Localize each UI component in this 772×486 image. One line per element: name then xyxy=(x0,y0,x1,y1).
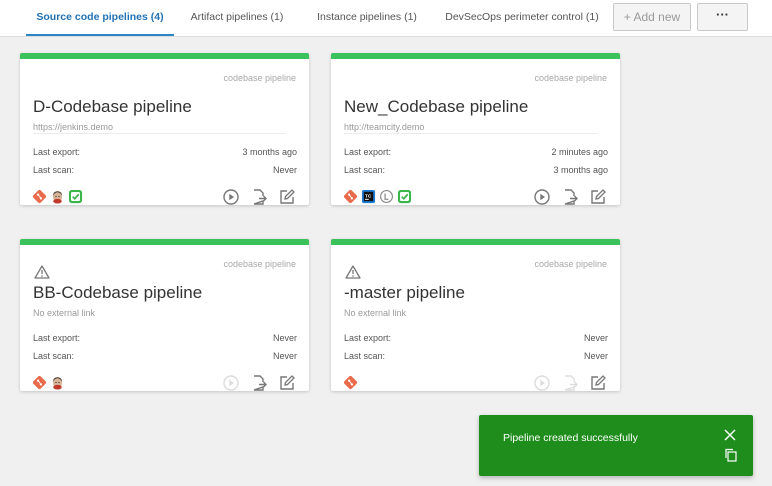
copy-icon[interactable] xyxy=(724,448,737,462)
last-export-value: Never xyxy=(272,333,297,343)
last-scan-row: Last scan: Never xyxy=(344,351,608,361)
last-scan-value: Never xyxy=(583,351,608,361)
run-icon xyxy=(534,375,550,391)
edit-icon[interactable] xyxy=(278,374,296,392)
last-scan-label: Last scan: xyxy=(344,165,386,175)
pipeline-card[interactable]: codebase pipeline New_Codebase pipeline … xyxy=(331,53,620,205)
pipeline-name[interactable]: New_Codebase pipeline xyxy=(344,97,528,117)
run-icon[interactable] xyxy=(222,188,240,206)
last-export-row: Last export: Never xyxy=(344,333,608,343)
edit-icon[interactable] xyxy=(278,188,296,206)
last-scan-label: Last scan: xyxy=(33,165,75,175)
run-icon[interactable] xyxy=(533,188,551,206)
warning-icon xyxy=(34,265,50,279)
pipeline-actions xyxy=(222,188,296,206)
pipeline-type-label: codebase pipeline xyxy=(534,259,607,269)
last-export-row: Last export: 3 months ago xyxy=(33,147,297,157)
pipeline-tab-bar: Source code pipelines (4) Artifact pipel… xyxy=(0,0,772,37)
add-new-button[interactable]: + Add new xyxy=(613,3,691,31)
pipeline-card[interactable]: codebase pipeline -master pipeline No ex… xyxy=(331,239,620,391)
last-scan-row: Last scan: Never xyxy=(33,351,297,361)
more-options-button[interactable]: ··· xyxy=(697,3,748,31)
last-scan-row: Last scan: 3 months ago xyxy=(344,165,608,175)
last-scan-label: Last scan: xyxy=(33,351,75,361)
last-export-value: 3 months ago xyxy=(242,147,297,157)
pipeline-name[interactable]: D-Codebase pipeline xyxy=(33,97,192,117)
last-export-label: Last export: xyxy=(33,147,81,157)
last-scan-row: Last scan: Never xyxy=(33,165,297,175)
edit-icon[interactable] xyxy=(589,374,607,392)
integration-icons: TC xyxy=(343,189,412,205)
toast-message: Pipeline created successfully xyxy=(503,432,638,444)
run-icon xyxy=(223,375,239,391)
last-export-value: 2 minutes ago xyxy=(551,147,608,157)
teamcity-icon: TC xyxy=(361,189,376,204)
integration-icons xyxy=(343,375,358,391)
pipeline-type-label: codebase pipeline xyxy=(534,73,607,83)
export-icon[interactable] xyxy=(250,374,268,392)
pipeline-type-label: codebase pipeline xyxy=(223,259,296,269)
checklist-icon xyxy=(68,189,83,204)
pipeline-external-link: No external link xyxy=(33,308,96,318)
git-icon xyxy=(32,375,47,390)
close-icon[interactable] xyxy=(723,428,737,442)
jenkins-icon xyxy=(52,376,63,390)
pipeline-actions xyxy=(222,374,296,392)
pipeline-type-label: codebase pipeline xyxy=(223,73,296,83)
git-icon xyxy=(343,189,358,204)
integration-icons xyxy=(32,375,65,391)
last-export-label: Last export: xyxy=(344,333,392,343)
pipeline-name[interactable]: -master pipeline xyxy=(344,283,465,303)
last-export-row: Last export: Never xyxy=(33,333,297,343)
pipeline-actions xyxy=(533,188,607,206)
pipeline-external-link[interactable]: https://jenkins.demo xyxy=(33,122,286,134)
pipeline-external-link: No external link xyxy=(344,308,407,318)
checklist-icon xyxy=(397,189,412,204)
export-icon[interactable] xyxy=(561,188,579,206)
tab-devsecops-perimeter-control[interactable]: DevSecOps perimeter control (1) xyxy=(434,0,610,36)
l-icon xyxy=(380,190,393,203)
success-toast: Pipeline created successfully xyxy=(479,415,753,476)
jenkins-icon xyxy=(52,190,63,204)
pipeline-external-link[interactable]: http://teamcity.demo xyxy=(344,122,597,134)
tab-instance-pipelines[interactable]: Instance pipelines (1) xyxy=(300,0,434,36)
git-icon xyxy=(32,189,47,204)
export-icon xyxy=(564,375,578,391)
integration-icons xyxy=(32,189,83,205)
svg-text:TC: TC xyxy=(365,193,372,198)
last-export-label: Last export: xyxy=(344,147,392,157)
edit-icon[interactable] xyxy=(589,188,607,206)
pipeline-actions xyxy=(533,374,607,392)
last-scan-value: 3 months ago xyxy=(553,165,608,175)
last-export-value: Never xyxy=(583,333,608,343)
last-scan-label: Last scan: xyxy=(344,351,386,361)
warning-icon xyxy=(345,265,361,279)
git-icon xyxy=(343,375,358,390)
last-export-row: Last export: 2 minutes ago xyxy=(344,147,608,157)
pipeline-card[interactable]: codebase pipeline D-Codebase pipeline ht… xyxy=(20,53,309,205)
pipeline-name[interactable]: BB-Codebase pipeline xyxy=(33,283,202,303)
last-export-label: Last export: xyxy=(33,333,81,343)
export-icon[interactable] xyxy=(250,188,268,206)
pipeline-card[interactable]: codebase pipeline BB-Codebase pipeline N… xyxy=(20,239,309,391)
tab-artifact-pipelines[interactable]: Artifact pipelines (1) xyxy=(174,0,300,36)
last-scan-value: Never xyxy=(272,165,297,175)
tab-source-code-pipelines[interactable]: Source code pipelines (4) xyxy=(26,0,174,36)
last-scan-value: Never xyxy=(272,351,297,361)
